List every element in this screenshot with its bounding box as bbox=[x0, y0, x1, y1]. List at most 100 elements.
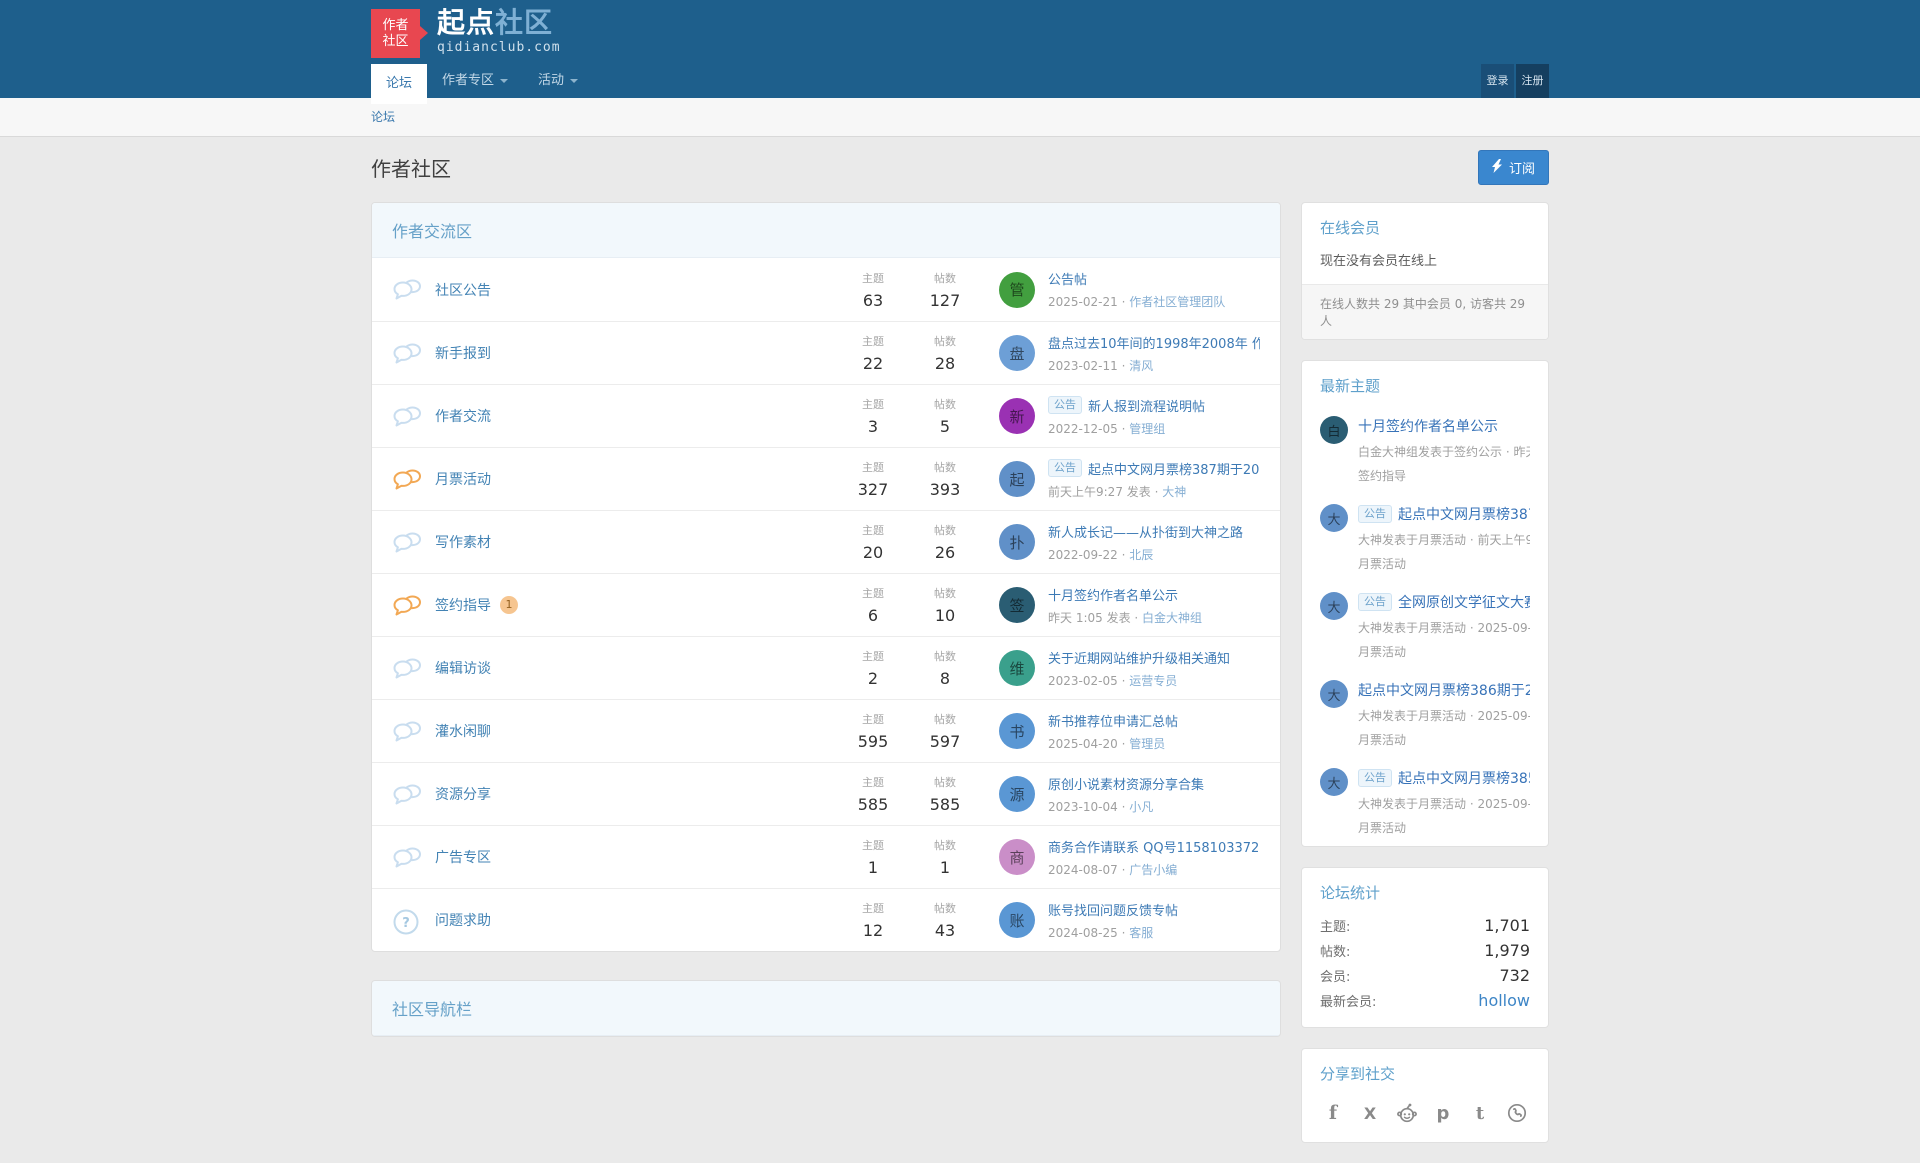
forum-name-link[interactable]: 编辑访谈 bbox=[435, 658, 491, 678]
forum-name-link[interactable]: 问题求助 bbox=[435, 910, 491, 930]
chat-bubbles-icon bbox=[392, 530, 422, 555]
last-poster-avatar[interactable]: 账 bbox=[999, 902, 1035, 938]
last-post-title-link[interactable]: 商务合作请联系 QQ号1158103372 bbox=[1048, 837, 1259, 856]
online-members-box: 在线会员 现在没有会员在线上 在线人数共 29 其中会员 0, 访客共 29人 bbox=[1301, 202, 1549, 340]
last-poster-avatar[interactable]: 扑 bbox=[999, 524, 1035, 560]
subscribe-button[interactable]: 订阅 bbox=[1478, 150, 1549, 185]
latest-post-title-link[interactable]: 起点中文网月票榜386期于2025.9月- 4 bbox=[1358, 680, 1530, 700]
forum-stats-box: 论坛统计 主题:1,701帖数:1,979会员:732最新会员:hollow bbox=[1301, 867, 1549, 1028]
posts-count: 585 bbox=[909, 795, 981, 814]
last-post: 原创小说素材资源分享合集 2023-10-04 · 小凡 bbox=[1048, 774, 1260, 815]
last-poster-avatar[interactable]: 起 bbox=[999, 461, 1035, 497]
threads-stat: 主题 6 bbox=[837, 585, 909, 625]
last-poster-avatar[interactable]: 新 bbox=[999, 398, 1035, 434]
stat-value-link[interactable]: hollow bbox=[1478, 991, 1530, 1010]
last-poster-avatar[interactable]: 源 bbox=[999, 776, 1035, 812]
forum-name-link[interactable]: 签约指导 bbox=[435, 595, 491, 615]
last-post-author-link[interactable]: 清风 bbox=[1129, 359, 1153, 373]
posts-label: 帖数 bbox=[909, 585, 981, 601]
forum-name-link[interactable]: 月票活动 bbox=[435, 469, 491, 489]
last-post-author-link[interactable]: 大神 bbox=[1162, 485, 1186, 499]
forum-name-link[interactable]: 新手报到 bbox=[435, 343, 491, 363]
last-post-title-link[interactable]: 原创小说素材资源分享合集 bbox=[1048, 774, 1204, 793]
nav-tab-3[interactable]: 活动 bbox=[523, 64, 593, 98]
question-icon: ? bbox=[392, 908, 422, 933]
forum-name-link[interactable]: 广告专区 bbox=[435, 847, 491, 867]
logo-badge-line1: 作者 bbox=[371, 18, 420, 34]
posts-count: 26 bbox=[909, 543, 981, 562]
last-post-author-link[interactable]: 广告小编 bbox=[1129, 863, 1177, 877]
posts-count: 43 bbox=[909, 921, 981, 940]
last-poster-avatar[interactable]: 管 bbox=[999, 272, 1035, 308]
last-post-title-link[interactable]: 十月签约作者名单公示 bbox=[1048, 585, 1178, 604]
forum-name-link[interactable]: 写作素材 bbox=[435, 532, 491, 552]
last-post-date: 2024-08-25 bbox=[1048, 926, 1118, 940]
last-poster-avatar[interactable]: 商 bbox=[999, 839, 1035, 875]
last-post-author-link[interactable]: 客服 bbox=[1129, 926, 1153, 940]
pinterest-icon[interactable]: p bbox=[1432, 1102, 1454, 1124]
last-post-author-link[interactable]: 管理组 bbox=[1129, 422, 1165, 436]
latest-post-title-link[interactable]: 十月签约作者名单公示 bbox=[1358, 416, 1498, 436]
poster-avatar[interactable]: 白 bbox=[1320, 416, 1348, 444]
forum-name-link[interactable]: 灌水闲聊 bbox=[435, 721, 491, 741]
forum-name-link[interactable]: 作者交流 bbox=[435, 406, 491, 426]
register-button[interactable]: 注册 bbox=[1516, 64, 1549, 98]
poster-avatar[interactable]: 大 bbox=[1320, 592, 1348, 620]
last-poster-avatar[interactable]: 签 bbox=[999, 587, 1035, 623]
posts-label: 帖数 bbox=[909, 648, 981, 664]
threads-count: 3 bbox=[837, 417, 909, 436]
x-icon[interactable]: X bbox=[1359, 1102, 1381, 1124]
reddit-icon[interactable] bbox=[1396, 1102, 1418, 1124]
last-post-title-link[interactable]: 账号找回问题反馈专帖 bbox=[1048, 900, 1178, 919]
last-poster-avatar[interactable]: 书 bbox=[999, 713, 1035, 749]
threads-stat: 主题 585 bbox=[837, 774, 909, 814]
last-post-title-link[interactable]: 关于近期网站维护升级相关通知 bbox=[1048, 648, 1230, 667]
last-poster-avatar[interactable]: 盘 bbox=[999, 335, 1035, 371]
login-button[interactable]: 登录 bbox=[1481, 64, 1514, 98]
forum-name-link[interactable]: 社区公告 bbox=[435, 280, 491, 300]
last-post-author-link[interactable]: 白金大神组 bbox=[1142, 611, 1202, 625]
latest-posts-box: 最新主题 白 十月签约作者名单公示 白金大神组发表于签约公示 · 昨天 1:05… bbox=[1301, 360, 1549, 847]
stat-line: 会员:732 bbox=[1302, 963, 1548, 988]
facebook-icon[interactable]: f bbox=[1322, 1102, 1344, 1124]
latest-post-title-link[interactable]: 起点中文网月票榜385期于2025.9月- 3 bbox=[1398, 768, 1530, 788]
page-head: 作者社区 订阅 bbox=[371, 150, 1549, 185]
tumblr-icon[interactable]: t bbox=[1469, 1102, 1491, 1124]
nav-tab-2[interactable]: 作者专区 bbox=[427, 64, 523, 98]
nav-tab-1[interactable]: 论坛 bbox=[371, 64, 427, 104]
poster-avatar[interactable]: 大 bbox=[1320, 504, 1348, 532]
threads-label: 主题 bbox=[837, 459, 909, 475]
online-members-title: 在线会员 bbox=[1302, 203, 1548, 248]
site-domain: qidianclub.com bbox=[437, 40, 561, 55]
latest-post-title-link[interactable]: 起点中文网月票榜387期于2025.10月- 1 bbox=[1398, 504, 1530, 524]
latest-post-title-link[interactable]: 全网原创文学征文大赛之巡礼·2025 bbox=[1398, 592, 1530, 612]
last-post-author-link[interactable]: 作者社区管理团队 bbox=[1129, 295, 1225, 309]
last-post-title-link[interactable]: 公告帖 bbox=[1048, 269, 1087, 288]
last-post-date: 2023-02-11 bbox=[1048, 359, 1118, 373]
last-post-title-link[interactable]: 新人成长记——从扑街到大神之路 bbox=[1048, 522, 1243, 541]
threads-stat: 主题 1 bbox=[837, 837, 909, 877]
stat-label: 帖数: bbox=[1320, 941, 1350, 960]
site-logo[interactable]: 作者 社区 bbox=[371, 9, 420, 58]
last-post-author-link[interactable]: 北辰 bbox=[1129, 548, 1153, 562]
posts-count: 10 bbox=[909, 606, 981, 625]
threads-stat: 主题 63 bbox=[837, 270, 909, 310]
site-title-secondary: 社区 bbox=[495, 6, 553, 39]
forum-name-link[interactable]: 资源分享 bbox=[435, 784, 491, 804]
last-post-author-link[interactable]: 运营专员 bbox=[1129, 674, 1177, 688]
last-post-title-link[interactable]: 新书推荐位申请汇总帖 bbox=[1048, 711, 1178, 730]
last-post-title-link[interactable]: 盘点过去10年间的1998年2008年 作者weid bbox=[1048, 333, 1260, 352]
last-post-author-link[interactable]: 小凡 bbox=[1129, 800, 1153, 814]
last-poster-avatar[interactable]: 维 bbox=[999, 650, 1035, 686]
poster-avatar[interactable]: 大 bbox=[1320, 768, 1348, 796]
threads-stat: 主题 20 bbox=[837, 522, 909, 562]
nav-row: 论坛作者专区活动 登录注册 bbox=[371, 64, 1549, 98]
svg-text:?: ? bbox=[402, 916, 410, 931]
chat-bubbles-icon bbox=[392, 656, 422, 681]
last-post-title-link[interactable]: 起点中文网月票榜387期于2025.10月- 1 bbox=[1088, 459, 1260, 478]
last-post-title-link[interactable]: 新人报到流程说明帖 bbox=[1088, 396, 1205, 415]
forum-category-panel: 作者交流区 社区公告 主题 63 帖数 127 管 公告帖 2025-02-21… bbox=[371, 202, 1281, 952]
whatsapp-icon[interactable] bbox=[1506, 1102, 1528, 1124]
last-post-author-link[interactable]: 管理员 bbox=[1129, 737, 1165, 751]
poster-avatar[interactable]: 大 bbox=[1320, 680, 1348, 708]
